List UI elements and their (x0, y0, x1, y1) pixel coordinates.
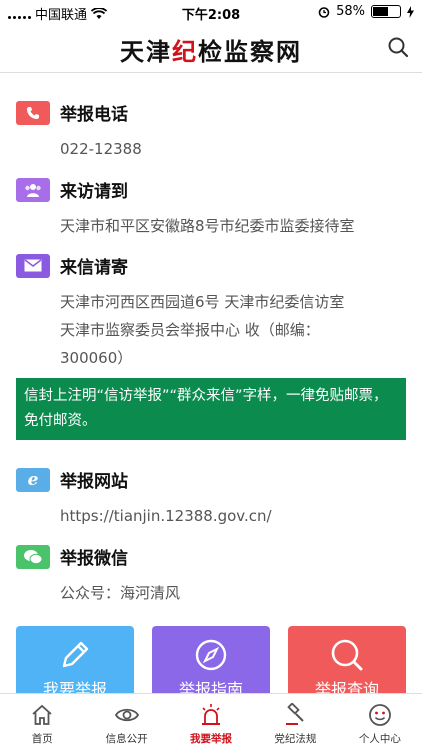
wechat-icon (16, 544, 50, 569)
tab-bar: 首页 信息公开 我要举报 党纪法规 个人中心 (0, 693, 422, 750)
tab-regulations[interactable]: 党纪法规 (253, 694, 337, 750)
section-phone: 举报电话 022-12388 (16, 100, 406, 163)
tab-label: 信息公开 (105, 733, 148, 745)
battery-percent: 58% (336, 4, 365, 19)
section-visit: 来访请到 天津市和平区安徽路8号市纪委市监委接待室 (16, 177, 406, 240)
charging-icon (407, 5, 414, 18)
tab-info[interactable]: 信息公开 (84, 694, 168, 750)
section-title: 来访请到 (60, 182, 128, 202)
pencil-icon (62, 641, 89, 668)
section-title: 举报网站 (60, 472, 128, 492)
tab-home[interactable]: 首页 (0, 694, 84, 750)
tab-label: 首页 (31, 733, 53, 745)
envelope-icon (16, 253, 50, 278)
alarm-clock-icon (318, 6, 330, 18)
alarm-icon (202, 704, 221, 725)
tab-profile[interactable]: 个人中心 (338, 694, 422, 750)
report-tile[interactable]: 我要举报 (16, 626, 134, 696)
browser-icon: e (16, 467, 50, 492)
smiley-icon (368, 704, 391, 726)
notice-banner: 信封上注明“信访举报”“群众来信”字样，一律免贴邮票，免付邮资。 (16, 378, 406, 440)
section-title: 举报电话 (60, 105, 128, 125)
guide-tile[interactable]: 举报指南 (152, 626, 270, 696)
compass-icon (195, 639, 227, 671)
status-bar: 中国联通 下午2:08 58% (0, 0, 422, 24)
tab-label: 个人中心 (358, 733, 401, 745)
search-icon[interactable] (388, 37, 408, 57)
search-icon (331, 639, 363, 671)
nav-bar: 天津纪检监察网 (0, 24, 422, 73)
letter-address-line: 天津市监察委员会举报中心 收（邮编： (60, 321, 320, 339)
wechat-account: 公众号：海河清风 (60, 584, 181, 602)
section-title: 举报微信 (60, 549, 128, 569)
eye-icon (114, 708, 139, 722)
tab-report[interactable]: 我要举报 (169, 694, 253, 750)
home-icon (32, 704, 52, 725)
website-link[interactable]: https://tianjin.12388.gov.cn/ (60, 502, 406, 530)
section-title: 来信请寄 (60, 258, 128, 278)
action-tiles: 我要举报 举报指南 举报查询 (16, 626, 406, 696)
section-letter: 来信请寄 天津市河西区西园道6号 天津市纪委信访室 天津市监察委员会举报中心 收… (16, 253, 406, 372)
tab-label: 我要举报 (190, 733, 233, 745)
people-icon (16, 177, 50, 202)
battery-icon (371, 5, 401, 18)
section-wechat: 举报微信 公众号：海河清风 (16, 544, 406, 607)
phone-icon (16, 100, 50, 125)
visit-address: 天津市和平区安徽路8号市纪委市监委接待室 (60, 217, 355, 235)
section-website: e 举报网站 https://tianjin.12388.gov.cn/ (16, 467, 406, 530)
query-tile[interactable]: 举报查询 (288, 626, 406, 696)
letter-address-line: 天津市河西区西园道6号 天津市纪委信访室 (60, 293, 345, 311)
phone-number[interactable]: 022-12388 (60, 135, 406, 163)
tab-label: 党纪法规 (274, 733, 317, 745)
letter-address-line: 300060） (60, 349, 133, 367)
gavel-icon (286, 703, 305, 725)
page-title: 天津纪检监察网 (120, 37, 302, 66)
